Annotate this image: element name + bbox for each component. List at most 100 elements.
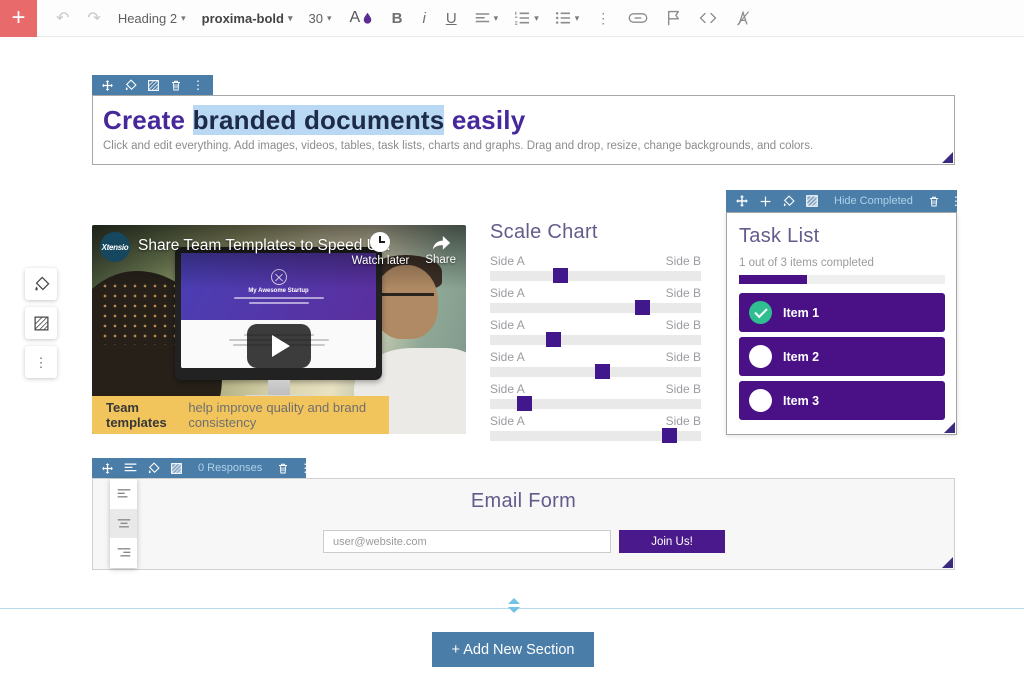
task-checkbox[interactable]: [749, 389, 772, 412]
task-item-label: Item 2: [783, 350, 819, 364]
more-options-icon[interactable]: ⋮: [945, 194, 967, 208]
delete-icon[interactable]: [923, 195, 945, 208]
more-options-icon[interactable]: ⋮: [294, 461, 316, 475]
clear-formatting-icon[interactable]: [726, 10, 760, 26]
resize-handle[interactable]: [944, 422, 955, 433]
redo-icon[interactable]: ↷: [78, 8, 109, 28]
video-embed[interactable]: My Awesome Startup Xtensio Share Team Te…: [92, 225, 466, 434]
scale-left-label: Side A: [490, 286, 525, 300]
channel-avatar[interactable]: Xtensio: [100, 232, 130, 262]
add-block-button[interactable]: +: [0, 0, 37, 37]
scale-slider-handle[interactable]: [517, 396, 532, 411]
bullet-list-dropdown[interactable]: ▾: [547, 11, 588, 25]
scale-slider-handle[interactable]: [662, 428, 677, 443]
bullet-list-icon: [555, 11, 571, 25]
more-formatting-icon[interactable]: ⋮: [587, 10, 619, 27]
chevron-down-icon: ▾: [181, 13, 186, 24]
task-item[interactable]: Item 2: [739, 337, 945, 376]
style-paint-icon[interactable]: [777, 195, 800, 208]
title-suffix: easily: [444, 105, 525, 135]
join-button[interactable]: Join Us!: [619, 530, 725, 553]
scale-slider-track[interactable]: [490, 367, 701, 377]
more-options-icon[interactable]: ⋮: [187, 78, 209, 92]
share-label: Share: [425, 254, 456, 266]
scale-left-label: Side A: [490, 350, 525, 364]
heading-block[interactable]: Create branded documents easily Click an…: [92, 95, 955, 165]
delete-icon[interactable]: [272, 462, 294, 475]
font-size-dropdown[interactable]: 30 ▾: [301, 11, 340, 26]
task-item[interactable]: Item 3: [739, 381, 945, 420]
font-family-dropdown[interactable]: proxima-bold ▾: [194, 11, 301, 26]
resize-handle[interactable]: [942, 557, 953, 568]
undo-icon[interactable]: ↶: [47, 8, 78, 28]
background-pattern-icon[interactable]: [800, 194, 824, 208]
task-item[interactable]: Item 1: [739, 293, 945, 332]
scale-slider-handle[interactable]: [553, 268, 568, 283]
scale-slider-track[interactable]: [490, 335, 701, 345]
numbered-list-icon: [514, 11, 530, 25]
scale-chart-row: Side A Side B: [490, 318, 701, 345]
task-item-label: Item 3: [783, 394, 819, 408]
align-icon[interactable]: [119, 462, 142, 474]
background-pattern-icon[interactable]: [142, 79, 165, 92]
italic-button[interactable]: i: [412, 10, 435, 27]
page-title[interactable]: Create branded documents easily: [103, 105, 942, 136]
arrow-up-icon: [508, 598, 520, 604]
share-button[interactable]: Share: [425, 232, 456, 267]
add-item-icon[interactable]: [754, 195, 777, 208]
flag-icon[interactable]: [657, 10, 690, 26]
scale-slider-track[interactable]: [490, 431, 701, 441]
task-items: Item 1 Item 2 Item 3: [739, 293, 945, 420]
subtitle-text[interactable]: Click and edit everything. Add images, v…: [103, 140, 942, 152]
resize-handle[interactable]: [942, 152, 953, 163]
delete-icon[interactable]: [165, 79, 187, 92]
font-color-button[interactable]: A: [340, 9, 382, 27]
font-size-value: 30: [309, 11, 323, 26]
section-more-options-icon[interactable]: ⋮: [25, 346, 57, 378]
scale-slider-track[interactable]: [490, 271, 701, 281]
underline-button[interactable]: U: [436, 10, 467, 27]
channel-logo-text: Xtensio: [102, 243, 129, 252]
align-left-option[interactable]: [110, 479, 137, 509]
scale-chart-title[interactable]: Scale Chart: [490, 221, 701, 244]
scale-left-label: Side A: [490, 318, 525, 332]
section-background-icon[interactable]: [25, 307, 57, 339]
scale-slider-track[interactable]: [490, 399, 701, 409]
email-form-module[interactable]: Email Form Join Us!: [92, 478, 955, 570]
move-icon[interactable]: [96, 79, 119, 92]
email-input[interactable]: [323, 530, 611, 553]
move-icon[interactable]: [96, 462, 119, 475]
scale-slider-handle[interactable]: [635, 300, 650, 315]
move-icon[interactable]: [730, 194, 754, 208]
align-dropdown[interactable]: ▾: [467, 12, 507, 25]
link-icon[interactable]: [619, 11, 657, 25]
section-style-paint-icon[interactable]: [25, 268, 57, 300]
task-list-title[interactable]: Task List: [739, 225, 945, 248]
responses-count-button[interactable]: 0 Responses: [188, 462, 272, 474]
task-checkbox[interactable]: [749, 345, 772, 368]
scale-slider-handle[interactable]: [595, 364, 610, 379]
paragraph-style-dropdown[interactable]: Heading 2 ▾: [110, 11, 194, 26]
email-form-title[interactable]: Email Form: [93, 490, 954, 513]
add-new-section-button[interactable]: + Add New Section: [432, 632, 594, 667]
code-icon[interactable]: [690, 11, 726, 25]
watch-later-button[interactable]: Watch later: [352, 232, 410, 267]
scale-chart-module[interactable]: Scale Chart Side A Side B Side A Side B …: [490, 221, 701, 446]
scale-slider-track[interactable]: [490, 303, 701, 313]
scale-left-label: Side A: [490, 382, 525, 396]
background-pattern-icon[interactable]: [165, 462, 188, 475]
style-paint-icon[interactable]: [142, 462, 165, 475]
play-button[interactable]: [247, 324, 311, 368]
task-progress-bar: [739, 275, 945, 284]
align-center-option[interactable]: [110, 509, 137, 539]
numbered-list-dropdown[interactable]: ▾: [506, 11, 547, 25]
align-right-option[interactable]: [110, 538, 137, 568]
task-checkbox[interactable]: [749, 301, 772, 324]
task-list-module[interactable]: Task List 1 out of 3 items completed Ite…: [726, 212, 957, 435]
scale-slider-handle[interactable]: [546, 332, 561, 347]
section-resize-arrows[interactable]: [506, 598, 522, 613]
style-paint-icon[interactable]: [119, 79, 142, 92]
bold-button[interactable]: B: [382, 10, 413, 27]
hide-completed-button[interactable]: Hide Completed: [824, 195, 923, 207]
scale-chart-row: Side A Side B: [490, 350, 701, 377]
